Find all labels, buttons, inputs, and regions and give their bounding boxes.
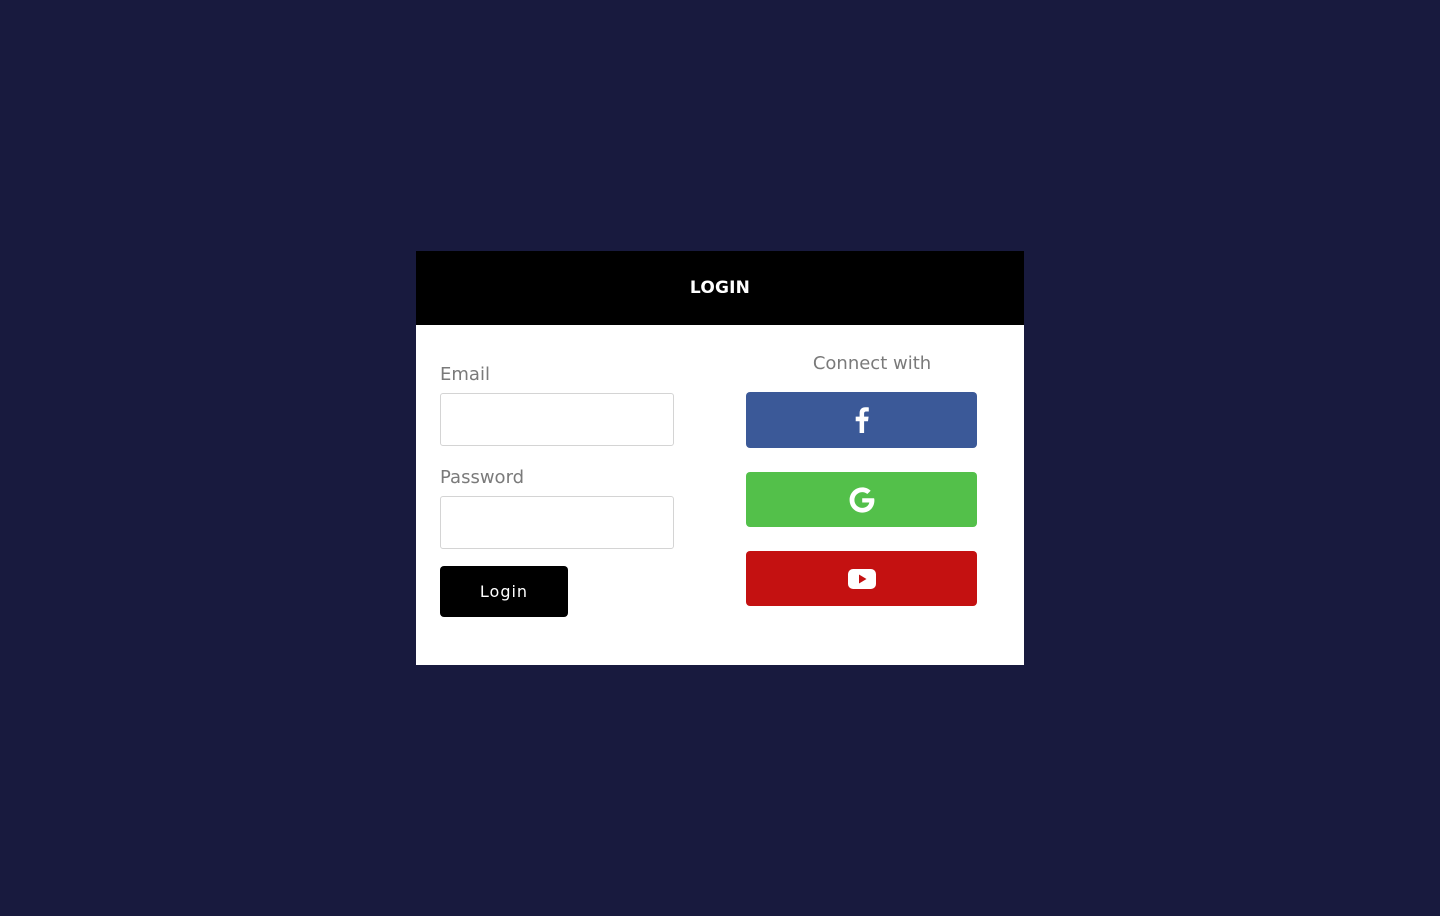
- google-button[interactable]: [746, 472, 977, 527]
- youtube-button[interactable]: [746, 551, 977, 606]
- login-title: LOGIN: [689, 278, 751, 298]
- login-button[interactable]: Login: [440, 566, 568, 617]
- email-label: Email: [440, 364, 490, 385]
- login-body: Email Password Login Connect with: [416, 325, 1024, 665]
- password-field[interactable]: [440, 496, 674, 549]
- email-field[interactable]: [440, 393, 674, 446]
- connect-with-heading: Connect with: [812, 353, 932, 374]
- youtube-icon: [847, 568, 876, 589]
- login-header: LOGIN: [416, 251, 1024, 325]
- facebook-icon: [855, 407, 869, 433]
- password-label: Password: [440, 467, 525, 488]
- google-icon: [849, 486, 875, 513]
- login-card: LOGIN Email Password Login Connect with: [416, 251, 1024, 665]
- facebook-button[interactable]: [746, 392, 977, 448]
